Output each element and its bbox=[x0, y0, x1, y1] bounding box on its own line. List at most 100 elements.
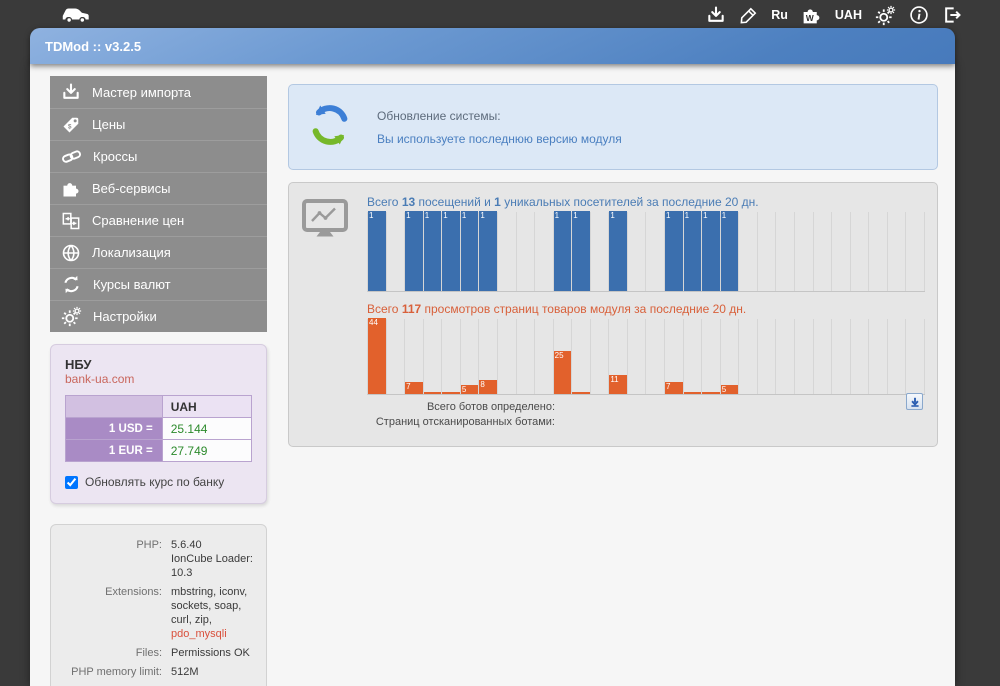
update-rate-checkbox-label: Обновлять курс по банку bbox=[85, 475, 225, 489]
chart-column bbox=[517, 319, 536, 394]
chart-column bbox=[646, 212, 665, 291]
bar: 5 bbox=[460, 385, 479, 394]
currency-label: 1 USD = bbox=[65, 417, 163, 440]
chart-column bbox=[387, 212, 406, 291]
sidebar-item-refresh[interactable]: Курсы валют bbox=[50, 268, 267, 300]
chart-column bbox=[776, 319, 795, 394]
chart-column bbox=[572, 319, 591, 394]
chart-column bbox=[628, 212, 647, 291]
bar: 1 bbox=[572, 211, 590, 291]
download-icon bbox=[61, 82, 81, 102]
chart-column: 1 bbox=[720, 211, 740, 291]
sidebar-item-label: Веб-сервисы bbox=[92, 181, 171, 196]
currency-toggle[interactable]: UAH bbox=[835, 8, 862, 22]
chart-column bbox=[795, 212, 814, 291]
bar: 1 bbox=[442, 211, 460, 291]
chart-column bbox=[442, 319, 461, 394]
update-message: Вы используете последнюю версию модуля bbox=[377, 131, 622, 146]
bar: 8 bbox=[479, 380, 497, 394]
bar: 1 bbox=[405, 211, 423, 291]
chart-column bbox=[423, 319, 443, 394]
pencil-icon[interactable] bbox=[739, 6, 758, 25]
bar: 1 bbox=[702, 211, 720, 291]
bar: 25 bbox=[553, 350, 572, 394]
php-info-value: 512M bbox=[171, 666, 199, 678]
bots-summary: Всего ботов определено: Страниц отсканиро… bbox=[367, 400, 555, 430]
sidebar-item-puzzle[interactable]: Веб-сервисы bbox=[50, 172, 267, 204]
car-icon[interactable] bbox=[60, 5, 91, 25]
chart-column: 1 bbox=[665, 211, 684, 291]
bar-chart-plot: 1 1 1 1 1 1 1 1 1 1 1 1 1 bbox=[367, 211, 925, 292]
monitor-chart-icon bbox=[301, 198, 349, 430]
sidebar-item-gears[interactable]: Настройки bbox=[50, 300, 267, 332]
php-info-row: PHP memory limit: 512M bbox=[59, 665, 258, 679]
bar-value-label: 1 bbox=[480, 211, 485, 220]
language-toggle[interactable]: Ru bbox=[771, 8, 788, 22]
chart-column bbox=[498, 212, 517, 291]
chart-column bbox=[739, 319, 758, 394]
chart-column: 7 bbox=[405, 319, 424, 394]
currency-column-header: UAH bbox=[161, 395, 253, 418]
sidebar-item-label: Цены bbox=[92, 117, 126, 132]
php-info-label: PHP memory limit: bbox=[71, 666, 162, 678]
stats-download-button[interactable] bbox=[906, 393, 923, 410]
update-rate-checkbox-row: Обновлять курс по банку bbox=[65, 475, 252, 489]
svg-text:$: $ bbox=[68, 123, 72, 130]
currency-rate-value: 25.144 bbox=[161, 417, 253, 440]
php-info-label: Extensions: bbox=[105, 586, 162, 598]
chart-title: Всего 13 посещений и 1 уникальных посети… bbox=[367, 195, 759, 209]
svg-text:W: W bbox=[806, 13, 814, 23]
bar-value-label: 1 bbox=[721, 211, 727, 220]
chart-column bbox=[851, 212, 870, 291]
update-rate-checkbox[interactable] bbox=[65, 475, 78, 489]
php-info-value: mbstring, iconv, sockets, soap, curl, zip… bbox=[171, 586, 248, 640]
chart-column bbox=[535, 319, 554, 394]
sidebar-item-tag[interactable]: $ Цены bbox=[50, 108, 267, 140]
logout-icon[interactable] bbox=[942, 5, 962, 25]
chart-column: 7 bbox=[665, 319, 684, 394]
sidebar-item-label: Мастер импорта bbox=[92, 84, 192, 100]
nbu-currency-panel: НБУ bank-ua.com UAH 1 USD = 25.144 1 EUR =… bbox=[50, 344, 267, 504]
currency-table: UAH 1 USD = 25.144 1 EUR = 27.749 bbox=[65, 395, 253, 462]
bar-value-label: 11 bbox=[610, 375, 619, 384]
currency-row: 1 EUR = 27.749 bbox=[65, 439, 253, 462]
chart-column bbox=[683, 319, 703, 394]
chart-column: 1 bbox=[572, 211, 591, 291]
gear-icon[interactable] bbox=[875, 5, 896, 26]
sidebar-item-compare[interactable]: Сравнение цен bbox=[50, 204, 267, 236]
bar-value-label: 1 bbox=[554, 211, 560, 220]
bar-value-label: 7 bbox=[406, 381, 411, 391]
sidebar-item-download[interactable]: Мастер импорта bbox=[50, 76, 267, 108]
info-icon[interactable] bbox=[909, 5, 929, 25]
sidebar-item-link[interactable]: Кроссы bbox=[50, 140, 267, 172]
chart-column bbox=[888, 212, 907, 291]
bank-ua-link[interactable]: bank-ua.com bbox=[65, 372, 252, 386]
bar: 1 bbox=[368, 211, 386, 291]
chart-column: 44 bbox=[368, 318, 387, 394]
chart-column bbox=[758, 212, 777, 291]
bar-value-label: 1 bbox=[461, 211, 467, 220]
statistics-panel: Всего 13 посещений и 1 уникальных посети… bbox=[288, 182, 938, 447]
sidebar-item-globe[interactable]: Локализация bbox=[50, 236, 267, 268]
page-title: TDMod :: v3.2.5 bbox=[30, 28, 955, 64]
currency-rate-value: 27.749 bbox=[161, 439, 253, 462]
main-column: Обновление системы: Вы используете после… bbox=[288, 76, 938, 686]
chart-column bbox=[906, 212, 925, 291]
chart-column bbox=[646, 319, 665, 394]
system-update-box: Обновление системы: Вы используете после… bbox=[288, 84, 938, 170]
bar-value-label: 44 bbox=[369, 318, 378, 327]
chart-column: 1 bbox=[405, 211, 424, 291]
chart-column: 8 bbox=[479, 319, 498, 394]
chart-column bbox=[535, 212, 554, 291]
topbar: Ru W UAH bbox=[0, 0, 1000, 28]
download-icon[interactable] bbox=[706, 5, 726, 25]
chart-column bbox=[702, 319, 721, 394]
tag-icon: $ bbox=[61, 115, 81, 135]
chart-column bbox=[906, 319, 925, 394]
plugin-w-icon[interactable]: W bbox=[801, 5, 822, 26]
bar bbox=[702, 392, 720, 394]
chart-column: 5 bbox=[720, 319, 740, 394]
chart-column bbox=[869, 212, 888, 291]
chart-column bbox=[795, 319, 814, 394]
mini-down-arrow-icon bbox=[910, 397, 919, 407]
